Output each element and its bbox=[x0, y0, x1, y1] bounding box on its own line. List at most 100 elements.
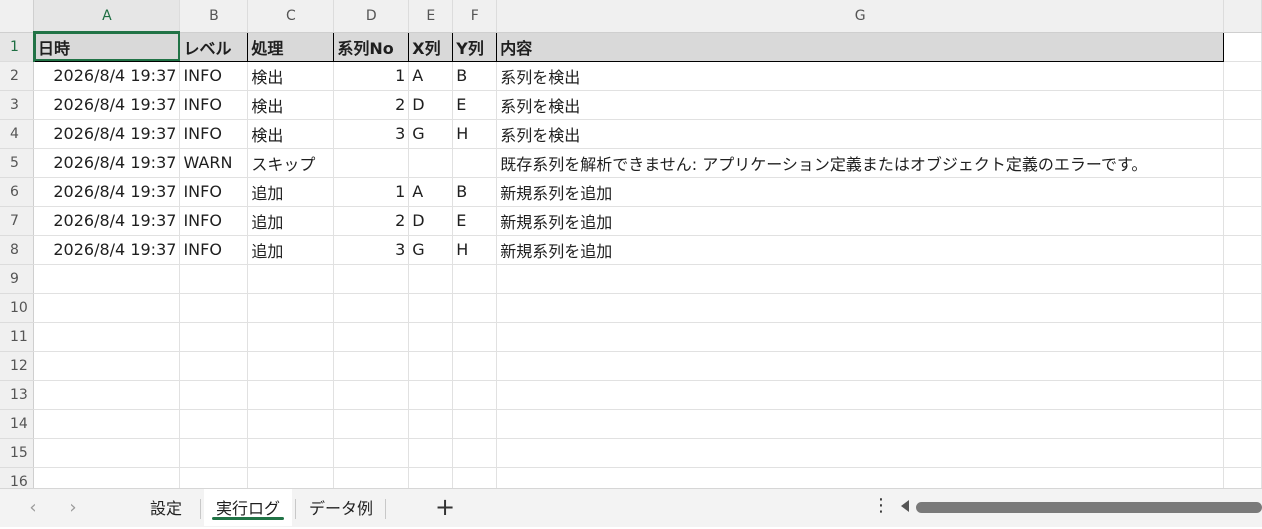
sheet-nav-prev-button[interactable]: ‹ bbox=[23, 498, 43, 518]
cell-h13[interactable] bbox=[1223, 380, 1262, 410]
row-header[interactable]: 11 bbox=[0, 322, 35, 352]
sheet-tab-data-example[interactable]: データ例 bbox=[305, 489, 377, 526]
column-header-h[interactable] bbox=[1223, 0, 1262, 33]
cell-g13[interactable] bbox=[496, 380, 1225, 410]
cell-b13[interactable] bbox=[179, 380, 249, 410]
cell-f10[interactable] bbox=[452, 293, 498, 323]
row-header[interactable]: 10 bbox=[0, 293, 35, 323]
cell-f4[interactable]: H bbox=[452, 119, 498, 149]
cell-d3[interactable]: 2 bbox=[333, 90, 410, 120]
cell-d13[interactable] bbox=[333, 380, 410, 410]
cell-f14[interactable] bbox=[452, 409, 498, 439]
more-options-icon[interactable]: ⋮ bbox=[872, 495, 890, 516]
cell-b2[interactable]: INFO bbox=[179, 61, 249, 91]
cell-h6[interactable] bbox=[1223, 177, 1262, 207]
cell-c4[interactable]: 検出 bbox=[247, 119, 335, 149]
cell-g10[interactable] bbox=[496, 293, 1225, 323]
scroll-left-arrow-icon[interactable] bbox=[901, 500, 909, 512]
cell-f12[interactable] bbox=[452, 351, 498, 381]
column-header-b[interactable]: B bbox=[179, 0, 249, 33]
cell-e14[interactable] bbox=[408, 409, 454, 439]
column-header-e[interactable]: E bbox=[408, 0, 454, 33]
column-header-g[interactable]: G bbox=[496, 0, 1225, 33]
cell-d8[interactable]: 3 bbox=[333, 235, 410, 265]
cell-g6[interactable]: 新規系列を追加 bbox=[496, 177, 1225, 207]
cell-g4[interactable]: 系列を検出 bbox=[496, 119, 1225, 149]
cell-b14[interactable] bbox=[179, 409, 249, 439]
select-all-corner[interactable] bbox=[0, 0, 35, 33]
cell-c1[interactable]: 処理 bbox=[247, 31, 335, 62]
cell-e15[interactable] bbox=[408, 438, 454, 468]
cell-f1[interactable]: Y列 bbox=[452, 31, 498, 62]
cell-b1[interactable]: レベル bbox=[179, 31, 249, 62]
cell-h15[interactable] bbox=[1223, 438, 1262, 468]
cell-e8[interactable]: G bbox=[408, 235, 454, 265]
cell-e2[interactable]: A bbox=[408, 61, 454, 91]
sheet-tab-execution-log[interactable]: 実行ログ bbox=[204, 489, 292, 526]
cell-e4[interactable]: G bbox=[408, 119, 454, 149]
cell-a9[interactable] bbox=[33, 264, 181, 294]
cell-d5[interactable] bbox=[333, 148, 410, 178]
row-header[interactable]: 15 bbox=[0, 438, 35, 468]
cell-c14[interactable] bbox=[247, 409, 335, 439]
cell-c7[interactable]: 追加 bbox=[247, 206, 335, 236]
cell-h8[interactable] bbox=[1223, 235, 1262, 265]
cell-e13[interactable] bbox=[408, 380, 454, 410]
cell-g12[interactable] bbox=[496, 351, 1225, 381]
cell-e9[interactable] bbox=[408, 264, 454, 294]
cell-b6[interactable]: INFO bbox=[179, 177, 249, 207]
cell-a10[interactable] bbox=[33, 293, 181, 323]
cell-g11[interactable] bbox=[496, 322, 1225, 352]
cell-d2[interactable]: 1 bbox=[333, 61, 410, 91]
cell-a11[interactable] bbox=[33, 322, 181, 352]
cell-c13[interactable] bbox=[247, 380, 335, 410]
cell-e1[interactable]: X列 bbox=[408, 31, 454, 62]
cell-a3[interactable]: 2026/8/4 19:37 bbox=[33, 90, 181, 120]
row-header[interactable]: 2 bbox=[0, 61, 35, 91]
cell-g3[interactable]: 系列を検出 bbox=[496, 90, 1225, 120]
row-header[interactable]: 5 bbox=[0, 148, 35, 178]
cell-b15[interactable] bbox=[179, 438, 249, 468]
row-header[interactable]: 14 bbox=[0, 409, 35, 439]
cell-d11[interactable] bbox=[333, 322, 410, 352]
cell-h7[interactable] bbox=[1223, 206, 1262, 236]
cell-b9[interactable] bbox=[179, 264, 249, 294]
cell-c11[interactable] bbox=[247, 322, 335, 352]
cell-c15[interactable] bbox=[247, 438, 335, 468]
column-header-a[interactable]: A bbox=[33, 0, 181, 33]
cell-d9[interactable] bbox=[333, 264, 410, 294]
row-header[interactable]: 8 bbox=[0, 235, 35, 265]
cell-a5[interactable]: 2026/8/4 19:37 bbox=[33, 148, 181, 178]
cell-d6[interactable]: 1 bbox=[333, 177, 410, 207]
cell-h11[interactable] bbox=[1223, 322, 1262, 352]
cell-f13[interactable] bbox=[452, 380, 498, 410]
sheet-nav-next-button[interactable]: › bbox=[63, 498, 83, 518]
cell-b5[interactable]: WARN bbox=[179, 148, 249, 178]
cell-h4[interactable] bbox=[1223, 119, 1262, 149]
column-header-f[interactable]: F bbox=[452, 0, 498, 33]
row-header[interactable]: 6 bbox=[0, 177, 35, 207]
row-header[interactable]: 16 bbox=[0, 467, 35, 488]
cell-c9[interactable] bbox=[247, 264, 335, 294]
row-header[interactable]: 9 bbox=[0, 264, 35, 294]
cell-b3[interactable]: INFO bbox=[179, 90, 249, 120]
cell-a1[interactable]: 日時 bbox=[33, 31, 181, 62]
cell-d15[interactable] bbox=[333, 438, 410, 468]
cell-g2[interactable]: 系列を検出 bbox=[496, 61, 1225, 91]
cell-e16[interactable] bbox=[408, 467, 454, 488]
cell-h5[interactable] bbox=[1223, 148, 1262, 178]
cell-h2[interactable] bbox=[1223, 61, 1262, 91]
cell-h1[interactable] bbox=[1223, 32, 1262, 62]
cell-f6[interactable]: B bbox=[452, 177, 498, 207]
cell-f15[interactable] bbox=[452, 438, 498, 468]
add-sheet-button[interactable]: + bbox=[433, 493, 457, 521]
cell-b12[interactable] bbox=[179, 351, 249, 381]
horizontal-scrollbar-thumb[interactable] bbox=[916, 502, 1262, 513]
cell-e3[interactable]: D bbox=[408, 90, 454, 120]
cell-h3[interactable] bbox=[1223, 90, 1262, 120]
cell-f16[interactable] bbox=[452, 467, 498, 488]
row-header[interactable]: 13 bbox=[0, 380, 35, 410]
row-header[interactable]: 7 bbox=[0, 206, 35, 236]
cell-e11[interactable] bbox=[408, 322, 454, 352]
cell-f3[interactable]: E bbox=[452, 90, 498, 120]
